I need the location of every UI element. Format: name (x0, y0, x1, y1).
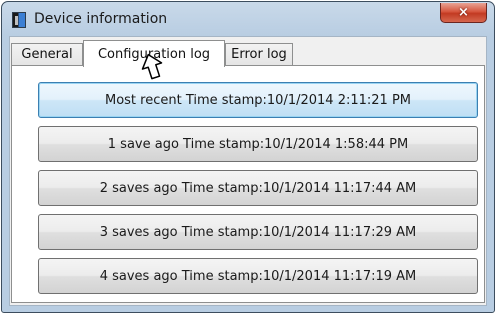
tab-general[interactable]: General (11, 43, 83, 65)
log-entry-button-2-saves-ago[interactable]: 2 saves ago Time stamp:10/1/2014 11:17:4… (38, 170, 478, 206)
log-entry-button-3-saves-ago[interactable]: 3 saves ago Time stamp:10/1/2014 11:17:2… (38, 214, 478, 250)
log-entry-button-4-saves-ago[interactable]: 4 saves ago Time stamp:10/1/2014 11:17:1… (38, 258, 478, 294)
log-entry-button-most-recent[interactable]: Most recent Time stamp:10/1/2014 2:11:21… (38, 82, 478, 118)
dialog-client-area: General Configuration log Error log Most… (9, 36, 487, 306)
window-title: Device information (34, 11, 168, 27)
device-information-window: Device information × General Configurati… (1, 1, 495, 313)
configuration-log-panel: Most recent Time stamp:10/1/2014 2:11:21… (11, 65, 485, 303)
close-icon: × (458, 5, 469, 20)
mouse-pointer-icon (141, 53, 163, 80)
close-button[interactable]: × (440, 3, 487, 23)
log-entry-button-1-save-ago[interactable]: 1 save ago Time stamp:10/1/2014 1:58:44 … (38, 126, 478, 162)
tab-error-log[interactable]: Error log (225, 43, 293, 65)
device-app-icon (12, 12, 26, 28)
title-bar[interactable]: Device information × (2, 2, 494, 36)
